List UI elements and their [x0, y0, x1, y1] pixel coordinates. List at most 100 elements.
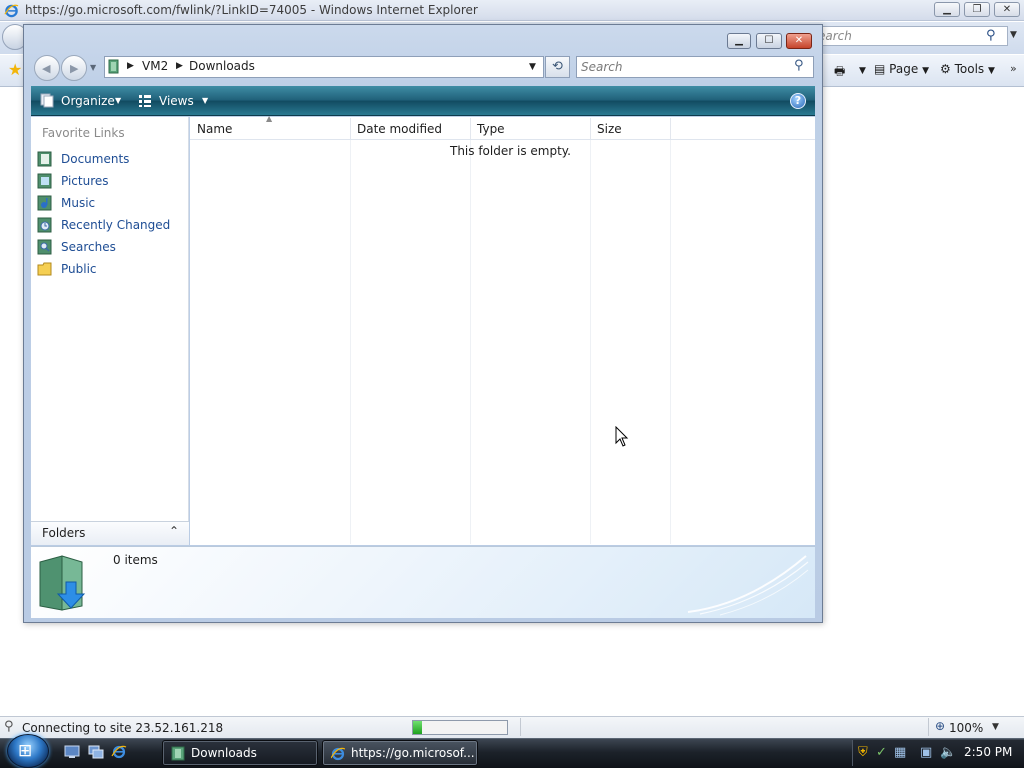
- views-icon: [139, 95, 151, 107]
- show-desktop-icon[interactable]: [64, 745, 80, 759]
- refresh-icon: ⟲: [552, 59, 563, 74]
- loading-progress-bar: [412, 720, 508, 735]
- help-icon[interactable]: ?: [790, 93, 806, 109]
- volume-muted-icon[interactable]: 🔈: [940, 745, 956, 760]
- security-shield-icon[interactable]: ⛨: [858, 745, 868, 760]
- breadcrumb-downloads[interactable]: Downloads: [189, 59, 255, 73]
- system-clock[interactable]: 2:50 PM: [964, 745, 1012, 759]
- favorite-link-public[interactable]: Public: [37, 260, 187, 280]
- folder-window-icon: [171, 746, 185, 761]
- computer-folder-icon: [108, 59, 119, 74]
- search-icon[interactable]: ⚲: [794, 58, 804, 73]
- organize-button[interactable]: Organize: [61, 94, 115, 108]
- favorite-link-label: Searches: [61, 240, 116, 254]
- favorite-links-header: Favorite Links: [42, 126, 125, 140]
- recently-changed-icon: [37, 217, 52, 233]
- breadcrumb-arrow-icon[interactable]: ▶: [127, 61, 134, 71]
- switch-windows-icon[interactable]: [88, 745, 104, 759]
- column-date-label: Date modified: [357, 122, 443, 136]
- sort-ascending-icon: ▲: [266, 114, 273, 123]
- favorite-link-documents[interactable]: Documents: [37, 150, 187, 170]
- organize-dropdown-icon[interactable]: ▼: [115, 96, 121, 105]
- ie-close-button[interactable]: ✕: [994, 2, 1020, 17]
- mouse-pointer-icon: [615, 426, 629, 447]
- windows-update-icon[interactable]: ▦: [894, 745, 906, 760]
- favorite-link-music[interactable]: Music: [37, 194, 187, 214]
- forward-arrow-icon: ▶: [70, 62, 79, 75]
- views-button[interactable]: Views: [159, 94, 194, 108]
- breadcrumb-vm2[interactable]: VM2: [142, 59, 168, 73]
- internet-explorer-icon: [4, 4, 19, 18]
- decorative-swoosh: [687, 555, 809, 616]
- ie-search-icon[interactable]: ⚲: [986, 28, 996, 43]
- gear-icon: ⚙: [940, 62, 951, 76]
- organize-icon: [40, 93, 54, 108]
- progress-fill: [413, 721, 423, 734]
- address-bar[interactable]: [104, 56, 544, 78]
- favorite-link-label: Documents: [61, 152, 130, 166]
- address-dropdown-icon[interactable]: ▼: [529, 62, 536, 72]
- explorer-close-button[interactable]: ✕: [786, 33, 812, 49]
- column-gridline: [470, 140, 471, 544]
- page-dropdown-icon: ▼: [922, 66, 929, 76]
- searches-icon: [37, 239, 52, 255]
- column-gridline: [670, 140, 671, 544]
- favorite-link-label: Recently Changed: [61, 218, 171, 232]
- windows-logo-icon: ⊞: [18, 741, 33, 761]
- favorite-link-label: Pictures: [61, 174, 109, 188]
- loading-search-icon: ⚲: [4, 719, 14, 734]
- column-gridline: [590, 140, 591, 544]
- favorite-link-label: Music: [61, 196, 96, 210]
- taskbar-button-label: Downloads: [191, 746, 257, 760]
- taskbar-button-label: https://go.microsof...: [351, 746, 475, 760]
- refresh-button[interactable]: ⟲: [545, 56, 570, 78]
- column-header-divider: [190, 139, 815, 140]
- explorer-maximize-button[interactable]: ☐: [756, 33, 782, 49]
- favorites-star-icon[interactable]: ★: [8, 60, 22, 79]
- pictures-icon: [37, 173, 52, 189]
- taskbar-button-internet-explorer[interactable]: https://go.microsof...: [322, 740, 478, 766]
- chevron-up-icon[interactable]: ⌃: [169, 524, 179, 538]
- page-icon: ▤: [874, 62, 886, 76]
- back-arrow-icon: ◀: [42, 62, 51, 75]
- empty-folder-message: This folder is empty.: [450, 144, 571, 158]
- network-icon[interactable]: ▣: [920, 745, 932, 760]
- column-name-label: Name: [197, 122, 233, 136]
- tools-menu-button[interactable]: ⚙ Tools ▼: [940, 62, 995, 76]
- recent-pages-dropdown-icon[interactable]: ▼: [90, 63, 96, 72]
- ie-search-dropdown-icon[interactable]: ▼: [1010, 30, 1017, 40]
- favorite-link-pictures[interactable]: Pictures: [37, 172, 187, 192]
- column-type-label: Type: [477, 122, 505, 136]
- zoom-dropdown-icon[interactable]: ▼: [992, 722, 999, 732]
- page-menu-label: Page: [889, 62, 919, 76]
- internet-explorer-quicklaunch-icon[interactable]: [111, 745, 127, 759]
- ie-window-title: https://go.microsoft.com/fwlink/?LinkID=…: [25, 3, 478, 17]
- internet-explorer-icon: [331, 747, 345, 761]
- status-divider: [928, 718, 929, 736]
- status-divider: [520, 718, 521, 736]
- ie-minimize-button[interactable]: ▁: [934, 2, 960, 17]
- safely-remove-hardware-icon[interactable]: ✓: [876, 745, 887, 760]
- views-dropdown-icon[interactable]: ▼: [202, 96, 208, 105]
- folders-label: Folders: [42, 526, 86, 540]
- explorer-minimize-button[interactable]: ▁: [727, 33, 751, 49]
- public-folder-icon: [37, 262, 52, 276]
- zoom-icon[interactable]: ⊕: [935, 719, 945, 733]
- downloads-folder-icon: [39, 555, 86, 611]
- ie-search-placeholder: earch: [818, 29, 852, 43]
- zoom-level[interactable]: 100%: [949, 721, 983, 735]
- favorite-link-recently-changed[interactable]: Recently Changed: [37, 216, 187, 236]
- tools-menu-label: Tools: [954, 62, 985, 76]
- page-menu-button[interactable]: ▤ Page ▼: [874, 62, 929, 76]
- print-icon[interactable]: 🖶: [834, 62, 845, 83]
- tools-dropdown-icon: ▼: [987, 66, 995, 76]
- print-dropdown-icon[interactable]: ▼: [859, 66, 866, 76]
- favorite-link-label: Public: [61, 262, 97, 276]
- breadcrumb-arrow-icon[interactable]: ▶: [176, 61, 183, 71]
- favorite-link-searches[interactable]: Searches: [37, 238, 187, 258]
- toolbar-overflow-icon[interactable]: »: [1010, 62, 1017, 75]
- ie-restore-button[interactable]: ❐: [964, 2, 990, 17]
- item-count: 0 items: [113, 553, 158, 567]
- status-text: Connecting to site 23.52.161.218: [22, 721, 224, 735]
- taskbar-button-downloads[interactable]: Downloads: [162, 740, 318, 766]
